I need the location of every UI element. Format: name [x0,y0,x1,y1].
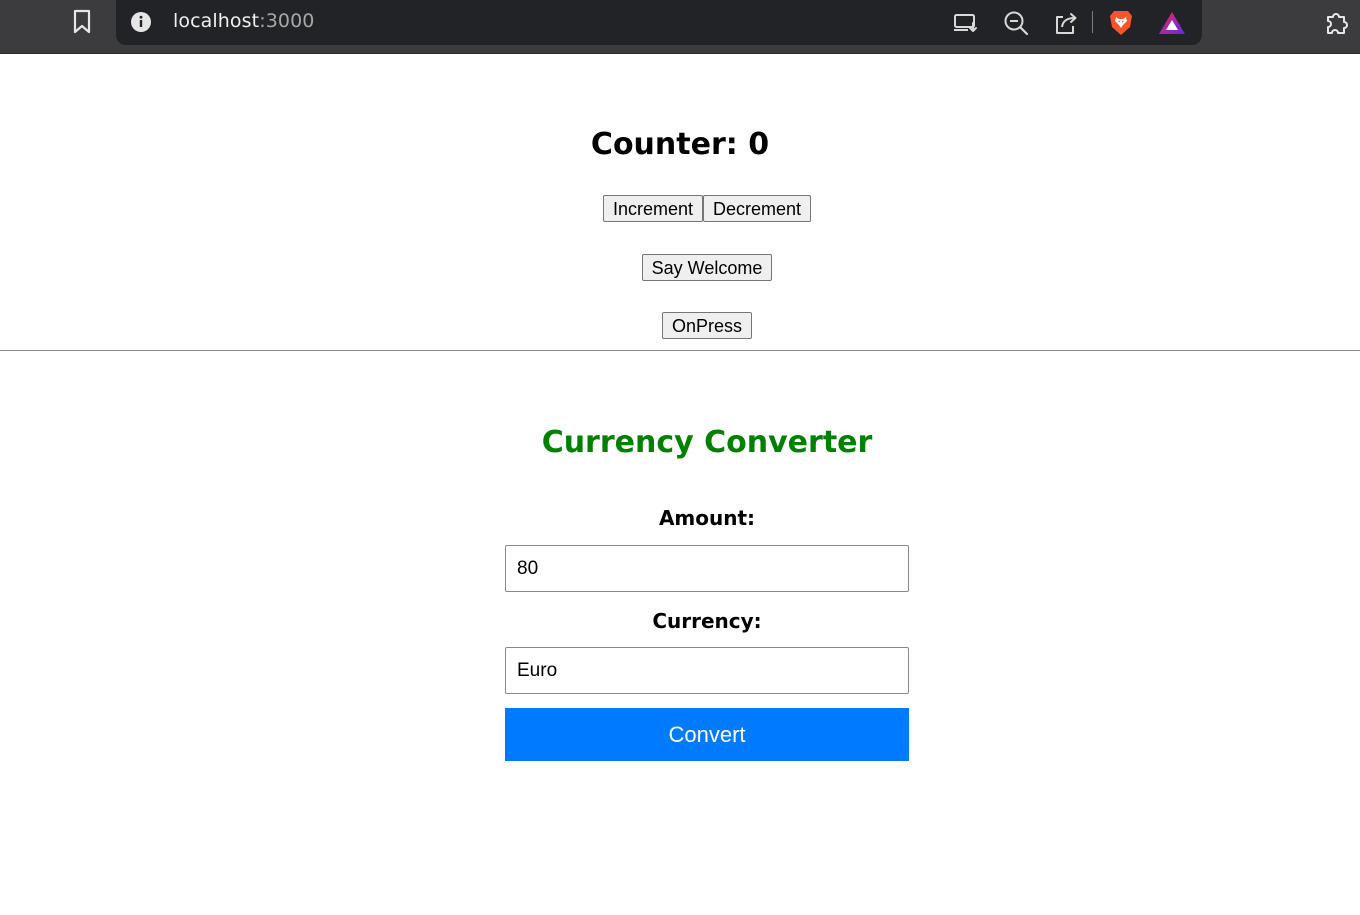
currency-label: Currency: [652,609,762,633]
install-app-icon[interactable] [952,9,980,37]
amount-label: Amount: [658,506,756,530]
page-content: Counter: 0 Increment Decrement Say Welco… [0,54,1360,915]
convert-button[interactable]: Convert [505,708,909,761]
extensions-puzzle-icon[interactable] [1322,8,1352,38]
say-welcome-button[interactable]: Say Welcome [642,254,772,281]
currency-converter-title: Currency Converter [541,425,873,460]
onpress-button[interactable]: OnPress [662,312,752,339]
brave-rewards-icon[interactable] [1156,8,1188,38]
browser-toolbar: localhost:3000 [0,0,1360,54]
address-bar[interactable]: localhost:3000 [116,0,1202,45]
zoom-out-icon[interactable] [1002,9,1030,37]
horizontal-rule [0,350,1360,351]
brave-shields-icon[interactable] [1106,8,1136,38]
url-host: localhost [173,10,260,32]
amount-input[interactable] [505,545,909,592]
info-icon[interactable] [128,9,154,35]
decrement-button[interactable]: Decrement [703,195,811,222]
share-icon[interactable] [1052,9,1080,37]
toolbar-separator [1092,11,1093,33]
counter-title: Counter: 0 [590,127,770,162]
bookmark-icon[interactable] [68,8,96,36]
increment-button[interactable]: Increment [603,195,703,222]
currency-input[interactable] [505,647,909,694]
url-port: :3000 [259,10,315,32]
url-text[interactable]: localhost:3000 [173,10,314,32]
